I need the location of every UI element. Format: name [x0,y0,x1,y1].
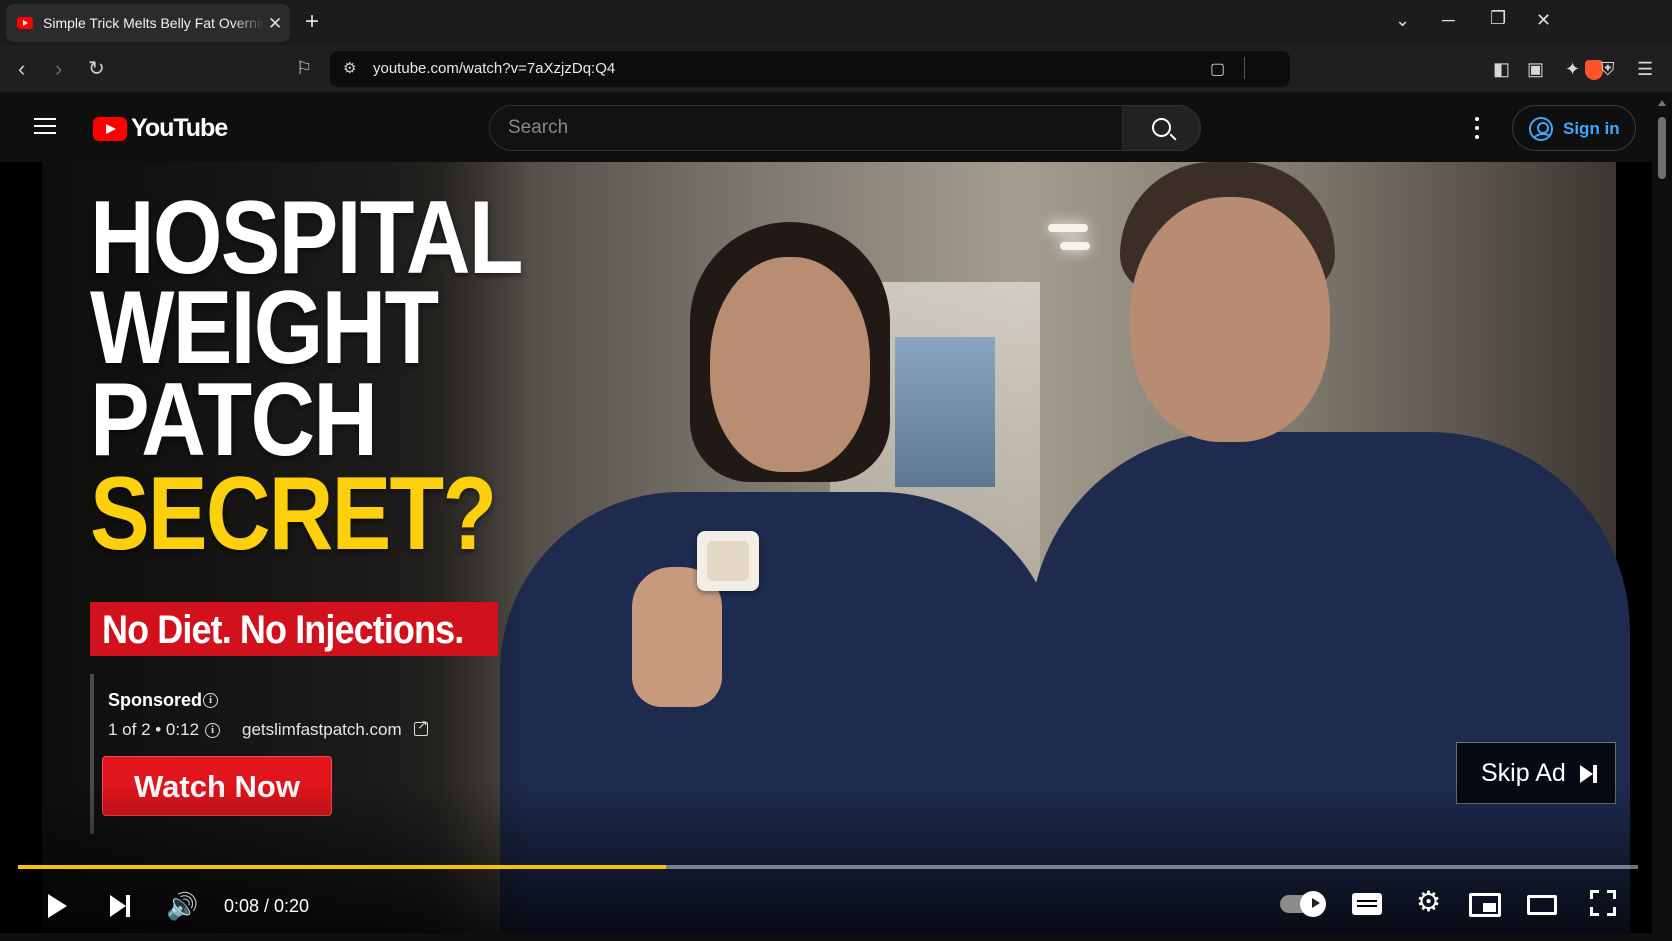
tab-list-chevron-down-icon[interactable]: ⌄ [1395,10,1410,31]
browser-tab[interactable]: Simple Trick Melts Belly Fat Overnight ✕ [6,4,290,42]
new-tab-button[interactable]: + [305,8,319,36]
vpn-shield-icon[interactable]: ⛨ [1601,59,1615,80]
ad-count: 1 of 2 • 0:12 [108,720,200,739]
youtube-logo-icon[interactable] [93,117,127,141]
sign-in-button[interactable]: Sign in [1512,105,1636,151]
ad-info-icon[interactable]: i [203,693,218,708]
leo-ai-icon[interactable]: ✦ [1565,59,1580,80]
search-button[interactable] [1123,105,1201,151]
browser-toolbar: ‹ › ↻ ⚐ ⚙ youtube.com/watch?v=7aXzjzDq:Q… [0,46,1672,92]
subtitles-icon[interactable] [1352,893,1382,915]
sponsored-label: Sponsored [108,690,203,710]
corridor-window [895,337,995,487]
miniplayer-icon[interactable] [1469,893,1501,917]
forward-button[interactable]: › [55,56,62,82]
doctor-face [1130,197,1330,442]
settings-more-icon[interactable] [1470,116,1484,140]
ad-headline-line-3: PATCH [90,362,378,478]
ceiling-light [1060,242,1090,250]
tab-close-icon[interactable]: ✕ [268,14,282,34]
bookmark-icon[interactable]: ⚐ [296,58,312,79]
youtube-logo-text[interactable]: YouTube [131,114,228,143]
window-close-button[interactable]: ✕ [1536,10,1551,31]
ad-headline-line-4: SECRET? [90,456,497,572]
reader-mode-icon[interactable]: ▢ [1210,59,1225,79]
settings-gear-icon[interactable]: ⚙ [1416,888,1441,916]
autoplay-toggle[interactable] [1280,891,1326,917]
scroll-up-arrow-icon[interactable] [1658,100,1666,106]
youtube-favicon-icon [17,17,33,29]
ceiling-light [1048,224,1088,232]
nurse-face [710,257,870,472]
ad-progress-bar[interactable] [18,865,1638,869]
volume-icon[interactable]: 🔊 [166,893,198,919]
ad-progress-fill [18,865,666,869]
youtube-header: YouTube Sign in [0,92,1672,162]
sidebar-icon[interactable]: ◧ [1493,59,1510,80]
window-restore-button[interactable]: ❐ [1490,8,1506,29]
site-settings-icon[interactable]: ⚙ [343,59,356,77]
ad-tagline: No Diet. No Injections. [102,608,464,652]
search-input[interactable] [508,114,1098,142]
back-button[interactable]: ‹ [18,56,25,82]
time-display: 0:08 / 0:20 [224,896,310,916]
address-bar[interactable]: ⚙ youtube.com/watch?v=7aXzjzDq:Q4 ▢ [330,51,1603,87]
external-link-icon[interactable] [414,717,428,736]
guide-menu-icon[interactable] [34,118,56,135]
account-icon [1529,117,1553,141]
play-icon[interactable] [48,894,67,918]
wallet-icon[interactable]: ▣ [1527,59,1544,80]
video-player[interactable]: HOSPITAL WEIGHT PATCH SECRET? No Diet. N… [0,162,1652,933]
sign-in-label: Sign in [1563,119,1620,138]
ad-tagline-banner: No Diet. No Injections. [90,602,498,656]
divider [1244,57,1245,79]
ad-domain-link[interactable]: getslimfastpatch.com [242,720,402,740]
fullscreen-icon[interactable] [1590,890,1616,916]
next-video-icon[interactable] [110,895,130,917]
ad-count-info-icon[interactable]: i [205,723,220,738]
scrollbar-thumb[interactable] [1658,117,1666,179]
theater-mode-icon[interactable] [1527,895,1557,915]
weight-patch [697,531,759,591]
reload-button[interactable]: ↻ [88,56,105,81]
page-scrollbar[interactable] [1652,92,1672,941]
url-text: youtube.com/watch?v=7aXzjzDq:Q4 [373,60,616,77]
browser-menu-icon[interactable]: ☰ [1637,59,1653,80]
browser-tab-strip: Simple Trick Melts Belly Fat Overnight ✕… [0,0,1672,46]
search-icon [1152,118,1171,137]
tab-title: Simple Trick Melts Belly Fat Overnight [43,15,265,31]
search-box [489,105,1123,151]
skip-next-icon [1580,765,1597,783]
window-minimize-button[interactable]: ─ [1442,10,1455,31]
